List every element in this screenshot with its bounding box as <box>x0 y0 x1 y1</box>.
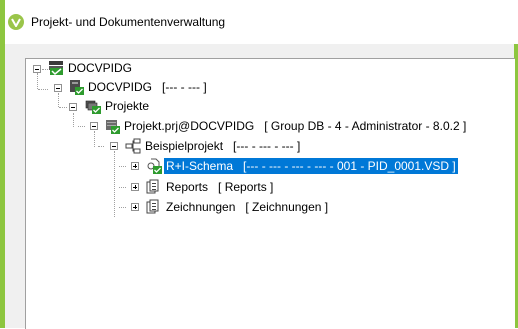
report-documents-icon <box>146 179 162 195</box>
title-bar: Projekt- und Dokumentenverwaltung <box>5 0 518 44</box>
tree-line <box>119 187 126 188</box>
tree-node-root[interactable]: DOCVPIDG <box>66 60 134 76</box>
node-name: DOCVPIDG <box>68 61 133 75</box>
tree-line <box>37 73 38 89</box>
project-database-icon <box>104 118 120 134</box>
node-info: [ Group DB - 4 - Administrator - 8.0.2 ] <box>264 119 467 133</box>
projects-folder-icon <box>85 98 101 114</box>
database-server-icon <box>48 60 64 76</box>
tree-line <box>119 207 126 208</box>
tree-node-server[interactable]: DOCVPIDG [--- - --- ] <box>86 79 209 95</box>
node-name: Reports <box>166 180 209 194</box>
tree-node-projects[interactable]: Projekte <box>103 98 151 114</box>
project-structure-icon <box>125 138 141 154</box>
node-name: Projekte <box>105 99 150 113</box>
collapse-toggle[interactable] <box>90 122 98 130</box>
drawings-documents-icon <box>146 199 162 215</box>
tree-line <box>94 131 95 147</box>
tree-line <box>98 146 104 147</box>
node-name: DOCVPIDG <box>88 80 153 94</box>
collapse-toggle[interactable] <box>33 65 41 73</box>
node-info: [ Zeichnungen ] <box>245 200 329 214</box>
tree-node-project[interactable]: Projekt.prj@DOCVPIDG [ Group DB - 4 - Adm… <box>122 118 468 134</box>
node-info: [--- - --- ] <box>162 80 207 94</box>
node-info: [--- - --- - --- ] <box>233 139 301 153</box>
tree-line <box>58 93 59 107</box>
node-name: Zeichnungen <box>166 200 236 214</box>
node-name: Projekt.prj@DOCVPIDG <box>124 119 255 133</box>
expand-toggle[interactable] <box>131 183 139 191</box>
tree-node-example-project[interactable]: Beispielprojekt [--- - --- - --- ] <box>143 138 302 154</box>
expand-toggle[interactable] <box>131 162 139 170</box>
tree-line <box>114 151 115 217</box>
node-name: Beispielprojekt <box>145 139 224 153</box>
tree-line <box>73 113 74 127</box>
node-name: R+I-Schema <box>166 159 234 173</box>
node-info: [--- - --- - --- - --- - 001 - PID_0001.… <box>243 159 456 173</box>
server-icon <box>68 79 84 95</box>
node-info: [ Reports ] <box>218 180 274 194</box>
tree-line <box>59 107 67 108</box>
tree-node-drawings[interactable]: Zeichnungen [ Zeichnungen ] <box>164 199 330 215</box>
window-title: Projekt- und Dokumentenverwaltung <box>31 15 226 29</box>
expand-toggle[interactable] <box>131 203 139 211</box>
tree-node-ri-schema[interactable]: R+I-Schema [--- - --- - --- - --- - 001 -… <box>164 158 458 174</box>
collapse-toggle[interactable] <box>110 142 118 150</box>
tree-line <box>78 126 85 127</box>
collapse-toggle[interactable] <box>54 84 62 92</box>
app-logo-icon <box>8 14 24 30</box>
tree-node-reports[interactable]: Reports [ Reports ] <box>164 179 275 195</box>
document-tree[interactable]: DOCVPIDG DOCVPIDG [--- - --- ] Projekte <box>25 58 515 329</box>
tree-line <box>38 89 48 90</box>
tree-line <box>119 166 126 167</box>
document-checked-icon <box>146 158 162 174</box>
collapse-toggle[interactable] <box>69 103 77 111</box>
